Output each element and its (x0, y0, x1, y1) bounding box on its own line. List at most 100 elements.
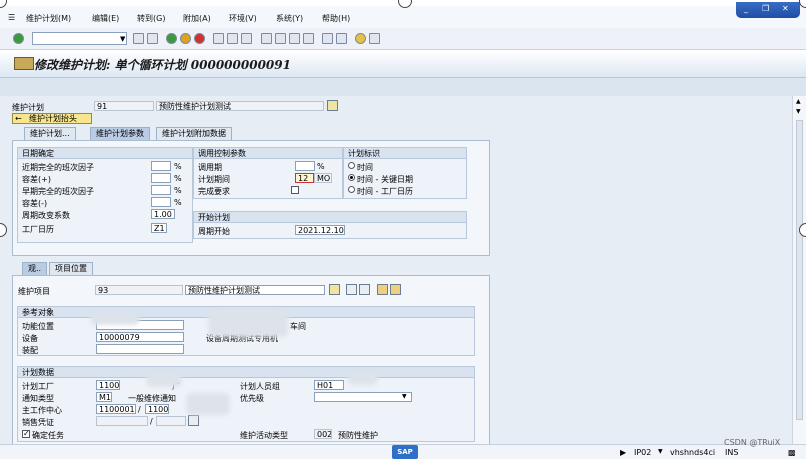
sales-document-field[interactable] (96, 416, 148, 426)
tolerance-plus-label: 容差(+) (22, 175, 51, 184)
completion-requirement-checkbox[interactable] (291, 186, 299, 194)
find-icon[interactable] (227, 33, 238, 44)
plan-desc-field: 预防性维护计划测试 (156, 101, 324, 111)
find-next-icon[interactable] (241, 33, 252, 44)
scroll-up-icon[interactable]: ▲ (796, 98, 801, 105)
item-desc-field[interactable]: 预防性维护计划测试 (185, 285, 325, 295)
scheduling-period-field[interactable]: 12 (295, 173, 314, 183)
chevron-down-icon[interactable]: ▼ (402, 393, 407, 400)
indicator-factory-calendar-radio[interactable] (348, 186, 355, 193)
menu-edit[interactable]: 编辑(E) (92, 13, 119, 24)
tab-plan-additional-data[interactable]: 维护计划附加数据 (156, 127, 232, 140)
planner-group-field[interactable]: H01 (314, 380, 344, 390)
command-field[interactable] (32, 32, 127, 45)
new-session-icon[interactable] (322, 33, 333, 44)
resize-handle[interactable] (799, 223, 806, 237)
item-list-icon[interactable] (359, 284, 370, 295)
priority-dropdown[interactable] (314, 392, 412, 402)
tolerance-plus-field[interactable] (151, 173, 171, 183)
cancel-icon[interactable] (194, 33, 205, 44)
call-horizon-field[interactable] (295, 161, 315, 171)
work-center-plant-field[interactable]: 1100 (145, 404, 169, 414)
sales-document-label: 销售凭证 (22, 418, 54, 427)
cycle-modification-label: 周期改变系数 (22, 211, 70, 220)
edit-long-text-icon[interactable] (327, 100, 338, 111)
priority-label: 优先级 (240, 394, 264, 403)
scheduling-period-label: 计划期间 (198, 175, 230, 184)
menu-system[interactable]: 系统(Y) (276, 13, 303, 24)
save-icon[interactable] (147, 33, 158, 44)
back-icon[interactable] (133, 33, 144, 44)
menu-icon[interactable]: ☰ (8, 13, 15, 22)
first-page-icon[interactable] (261, 33, 272, 44)
indicator-time-radio[interactable] (348, 162, 355, 169)
planning-plant-field[interactable]: 1100 (96, 380, 120, 390)
call-horizon-label: 调用期 (198, 163, 222, 172)
title-bar: 修改维护计划: 单个循环计划 000000000091 (0, 50, 806, 78)
menu-extras[interactable]: 附加(A) (183, 13, 211, 24)
exit-icon[interactable] (180, 33, 191, 44)
edit-long-text-icon[interactable] (329, 284, 340, 295)
last-page-icon[interactable] (303, 33, 314, 44)
menu-goto[interactable]: 转到(G) (137, 13, 165, 24)
vertical-scrollbar[interactable]: ▲ ▼ (792, 96, 806, 444)
task-list-icon[interactable] (377, 284, 388, 295)
shift-factor-early-field[interactable] (151, 185, 171, 195)
help-icon[interactable] (355, 33, 366, 44)
prev-page-icon[interactable] (275, 33, 286, 44)
tab-plan-parameters[interactable]: 维护计划参数 (90, 127, 150, 140)
watermark-text: CSDN @TRuiX (724, 438, 781, 447)
tab-maintenance-plan[interactable]: 维护计划... (24, 127, 76, 140)
status-expand-icon[interactable]: ▶ (620, 448, 626, 457)
shift-factor-late-field[interactable] (151, 161, 171, 171)
system-name: IP02 (634, 448, 652, 457)
confirm-task-checkbox[interactable]: ✓ (22, 429, 30, 438)
layout-icon[interactable] (369, 33, 380, 44)
sales-document-item-field[interactable] (156, 416, 186, 426)
work-center-label: 主工作中心 (22, 406, 62, 415)
sales-document-icon[interactable] (188, 415, 199, 426)
indicator-key-date-radio[interactable] (348, 174, 355, 181)
indicator-factory-calendar-label: 时间 - 工厂日历 (357, 187, 413, 196)
work-center-field[interactable]: 11000010 (96, 404, 136, 414)
item-number-field: 93 (95, 285, 183, 295)
percent-label: % (174, 198, 182, 207)
cycle-start-field[interactable]: 2021.12.10 (295, 225, 345, 235)
equipment-field[interactable]: 10000079 (96, 332, 184, 342)
enter-icon[interactable] (13, 33, 24, 44)
menu-help[interactable]: 帮助(H) (322, 13, 350, 24)
chevron-down-icon[interactable]: ▼ (120, 35, 125, 43)
factory-calendar-field[interactable]: Z1 (151, 223, 167, 233)
notification-type-field[interactable]: M1 (96, 392, 112, 402)
restore-icon[interactable]: ❐ (762, 4, 769, 13)
scroll-down-icon[interactable]: ▼ (796, 108, 801, 115)
create-item-icon[interactable] (346, 284, 357, 295)
indicator-time-label: 时间 (357, 163, 373, 172)
scroll-track[interactable] (796, 120, 803, 420)
minimize-icon[interactable]: _ (744, 4, 748, 13)
lock-icon: ▩ (788, 448, 796, 457)
tolerance-minus-field[interactable] (151, 197, 171, 207)
plan-icon (14, 57, 34, 70)
planning-data-title: 计划数据 (18, 367, 474, 378)
menu-maintenance-plan[interactable]: 维护计划(M) (26, 13, 71, 24)
tab-item-overview[interactable]: 观.. (22, 262, 48, 275)
shortcut-icon[interactable] (336, 33, 347, 44)
sap-logo: SAP (392, 445, 418, 459)
close-icon[interactable]: ✕ (782, 4, 789, 13)
header-toggle-label: 维护计划抬头 (29, 114, 77, 123)
assembly-field[interactable] (96, 344, 184, 354)
chevron-down-icon[interactable]: ▼ (658, 448, 663, 455)
plan-label: 维护计划 (12, 103, 44, 112)
print-icon[interactable] (213, 33, 224, 44)
cost-icon[interactable] (390, 284, 401, 295)
menu-environment[interactable]: 环境(V) (229, 13, 257, 24)
nav-back-icon[interactable] (166, 33, 177, 44)
cycle-modification-field[interactable]: 1.00 (151, 209, 175, 219)
item-label: 维护项目 (18, 287, 50, 296)
next-page-icon[interactable] (289, 33, 300, 44)
header-toggle-button[interactable]: ← 维护计划抬头 (12, 113, 92, 124)
activity-type-field[interactable]: 002 (314, 429, 332, 439)
tab-item-location[interactable]: 项目位置 (49, 262, 93, 275)
plan-parameters-panel: 日期确定 近期完全的班次因子 % 容差(+) % 早期完全的班次因子 % 容差(… (12, 140, 490, 256)
